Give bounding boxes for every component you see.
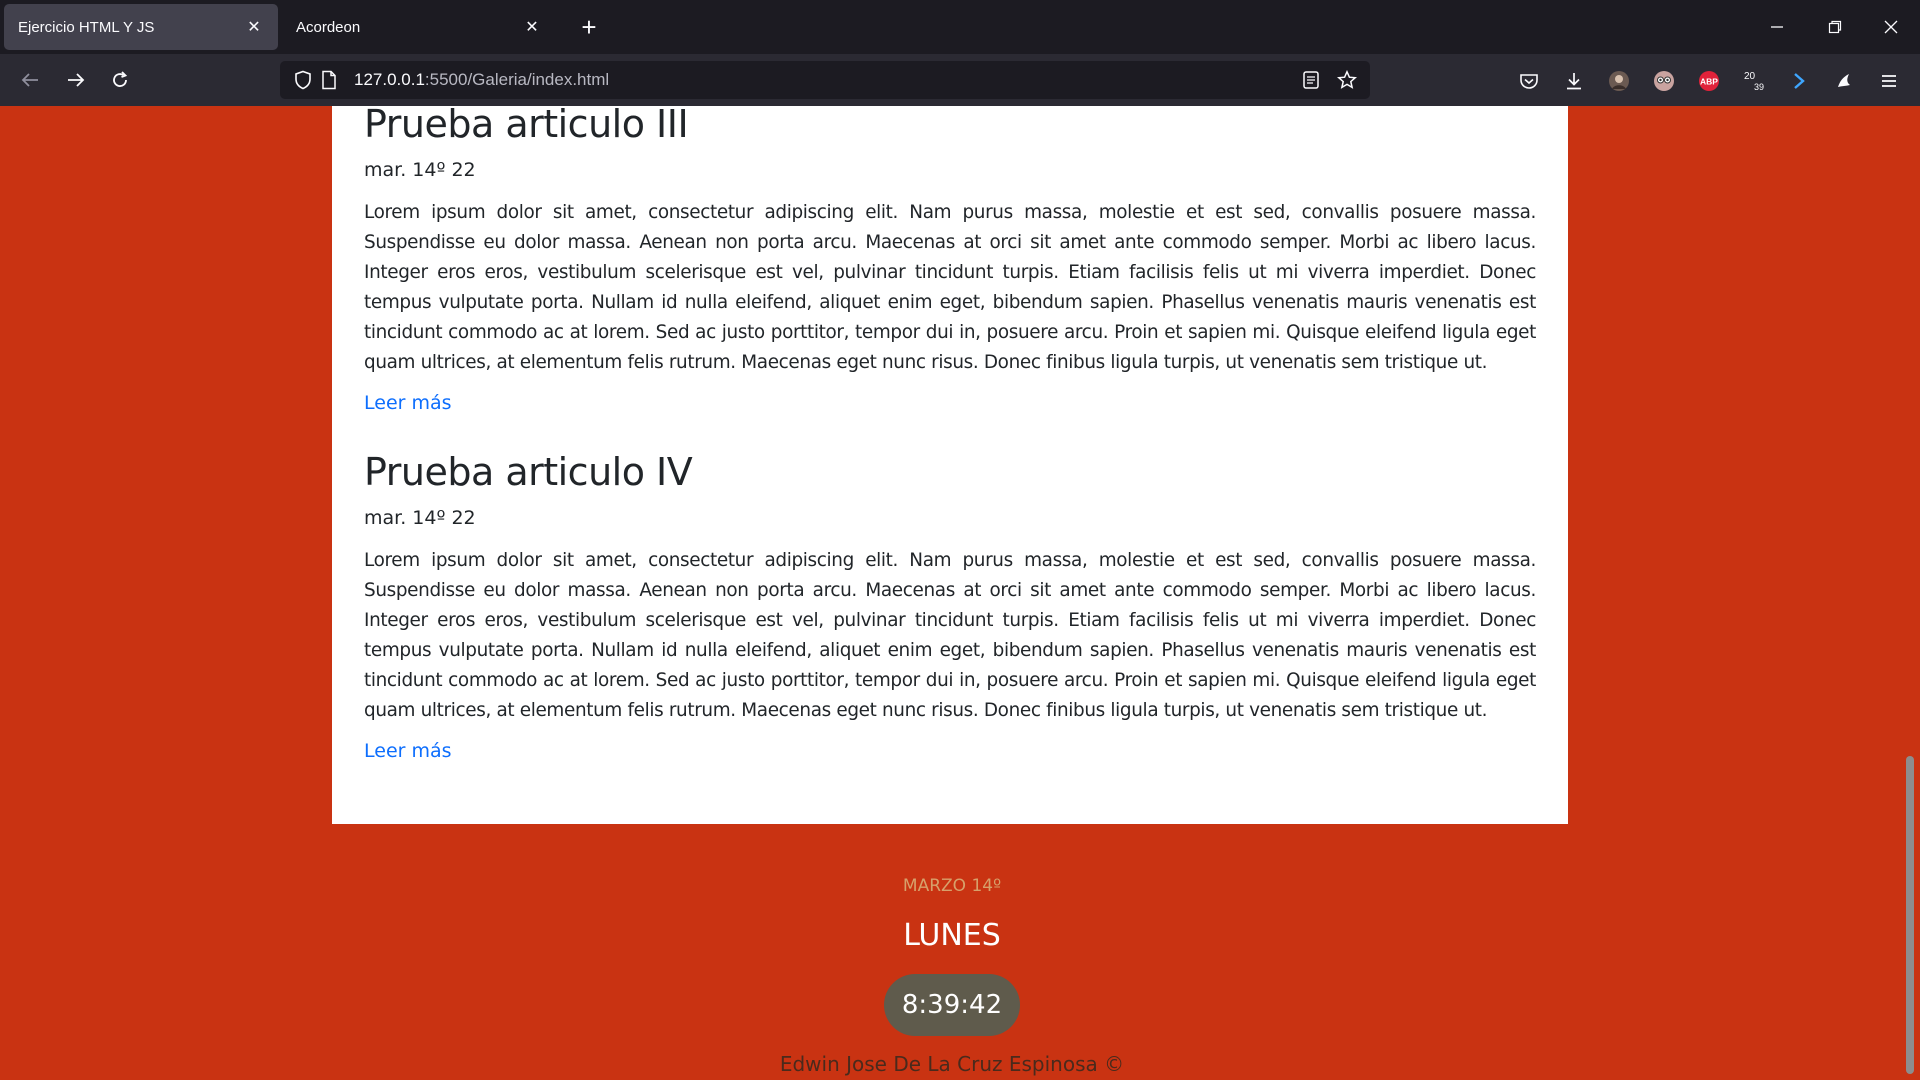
page-icon[interactable]: [316, 67, 342, 93]
read-more-link[interactable]: Leer más: [364, 392, 452, 414]
scrollbar-thumb[interactable]: [1906, 756, 1914, 1074]
page-viewport: Prueba articulo III mar. 14º 22 Lorem ip…: [0, 106, 1904, 1080]
restore-icon[interactable]: [1820, 12, 1850, 42]
back-arrow-icon[interactable]: [14, 64, 46, 96]
close-icon[interactable]: ✕: [522, 17, 542, 37]
extension-face-icon[interactable]: [1651, 68, 1677, 94]
article-body: Lorem ipsum dolor sit amet, consectetur …: [364, 550, 1536, 721]
footer-day: LUNES: [903, 918, 1001, 953]
tab-title: Acordeon: [296, 18, 361, 36]
shield-icon[interactable]: [290, 67, 316, 93]
article-date: mar. 14º 22: [364, 507, 476, 529]
clock-display: 8:39:42: [884, 974, 1020, 1036]
footer-author: Edwin Jose De La Cruz Espinosa ©: [779, 1052, 1125, 1076]
extension-puzzle-icon[interactable]: [1831, 68, 1857, 94]
reader-view-icon[interactable]: [1298, 67, 1324, 93]
minimize-icon[interactable]: [1762, 12, 1792, 42]
counter-top-text: 20: [1744, 71, 1756, 82]
download-icon[interactable]: [1561, 68, 1587, 94]
article-4: Prueba articulo IV mar. 14º 22 Lorem ips…: [364, 450, 1536, 762]
tab-ejercicio[interactable]: Ejercicio HTML Y JS ✕: [4, 4, 278, 50]
tab-bar: Ejercicio HTML Y JS ✕ Acordeon ✕ +: [0, 0, 1920, 54]
profile-avatar-icon[interactable]: [1606, 68, 1632, 94]
article-title: Prueba articulo III: [364, 106, 689, 146]
url-path: :5500/Galeria/index.html: [424, 70, 610, 89]
bookmark-star-icon[interactable]: [1334, 67, 1360, 93]
article-3: Prueba articulo III mar. 14º 22 Lorem ip…: [364, 106, 1536, 414]
window-close-icon[interactable]: [1876, 12, 1906, 42]
adblock-badge-text: ABP: [1700, 77, 1718, 87]
counter-bottom-text: 39: [1754, 82, 1764, 92]
articles-container: Prueba articulo III mar. 14º 22 Lorem ip…: [332, 106, 1568, 824]
article-date: mar. 14º 22: [364, 159, 476, 181]
tab-acordeon[interactable]: Acordeon ✕: [282, 4, 556, 50]
footer-date: MARZO 14º: [902, 876, 1002, 896]
close-icon[interactable]: ✕: [244, 17, 264, 37]
pocket-icon[interactable]: [1516, 68, 1542, 94]
forward-arrow-icon[interactable]: [60, 64, 92, 96]
counter-extension-icon[interactable]: 20 39: [1741, 68, 1767, 94]
navigation-bar: 127.0.0.1:5500/Galeria/index.html ABP 20…: [0, 54, 1920, 106]
url-text[interactable]: 127.0.0.1:5500/Galeria/index.html: [354, 70, 1298, 90]
clock-wrapper: 8:39:42: [0, 974, 1904, 1036]
menu-hamburger-icon[interactable]: [1876, 68, 1902, 94]
arrow-extension-icon[interactable]: [1786, 68, 1812, 94]
url-host: 127.0.0.1: [354, 70, 425, 89]
new-tab-icon[interactable]: +: [574, 12, 604, 42]
reload-icon[interactable]: [104, 64, 136, 96]
article-body: Lorem ipsum dolor sit amet, consectetur …: [364, 202, 1536, 373]
url-bar[interactable]: 127.0.0.1:5500/Galeria/index.html: [280, 61, 1370, 99]
read-more-link[interactable]: Leer más: [364, 740, 452, 762]
article-title: Prueba articulo IV: [364, 450, 693, 494]
tab-title: Ejercicio HTML Y JS: [18, 18, 155, 36]
adblock-plus-icon[interactable]: ABP: [1696, 68, 1722, 94]
